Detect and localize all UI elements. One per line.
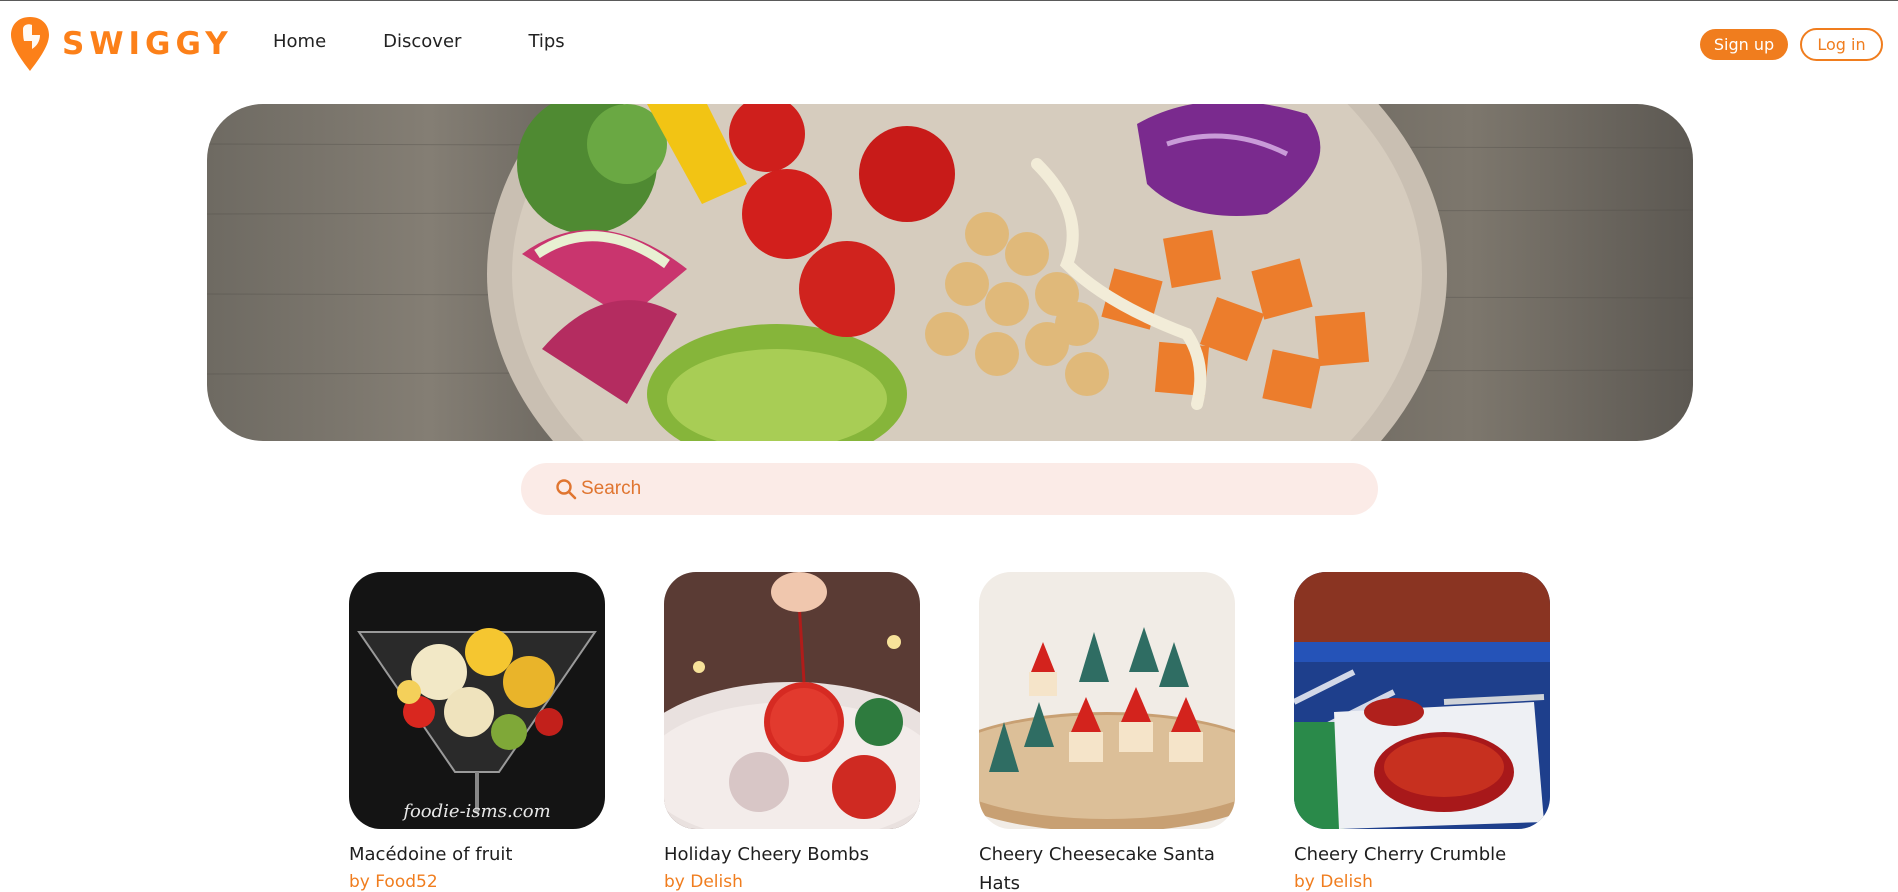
signup-button[interactable]: Sign up	[1700, 29, 1788, 60]
recipe-title[interactable]: Holiday Cheery Bombs	[664, 840, 920, 869]
recipe-card[interactable]: Cheery Cheesecake Santa Hats	[979, 572, 1235, 892]
recipe-card[interactable]: Holiday Cheery Bombs by Delish	[664, 572, 920, 892]
brand-name: SWIGGY	[62, 26, 233, 62]
recipe-image-macedoine[interactable]: foodie-isms.com	[349, 572, 605, 829]
nav-discover[interactable]: Discover	[383, 31, 461, 52]
nav-tips[interactable]: Tips	[528, 31, 564, 52]
main-nav: Home Discover Tips	[273, 31, 565, 52]
recipe-author: by Delish	[664, 872, 743, 892]
recipe-card[interactable]: foodie-isms.com Macédoine of fruit by Fo…	[349, 572, 605, 892]
recipe-title[interactable]: Macédoine of fruit	[349, 840, 605, 869]
recipe-card[interactable]: Cheery Cherry Crumble by Delish	[1294, 572, 1550, 892]
search-bar[interactable]	[521, 463, 1378, 515]
login-button[interactable]: Log in	[1800, 28, 1883, 61]
recipe-author: by Delish	[1294, 872, 1373, 892]
image-watermark: foodie-isms.com	[401, 801, 550, 822]
recipe-title[interactable]: Cheery Cheesecake Santa Hats	[979, 840, 1235, 892]
recipe-title[interactable]: Cheery Cherry Crumble	[1294, 840, 1550, 869]
search-icon	[556, 479, 577, 500]
hero-food-bowl-image	[207, 104, 1693, 441]
recipe-image-santa-hats[interactable]	[979, 572, 1235, 829]
recipe-image-cheery-bombs[interactable]	[664, 572, 920, 829]
swiggy-logo-icon	[11, 17, 49, 71]
top-header: SWIGGY Home Discover Tips Sign up Log in	[0, 1, 1898, 87]
nav-home[interactable]: Home	[273, 31, 326, 52]
hero-banner	[207, 104, 1693, 441]
recipe-image-cherry-crumble[interactable]	[1294, 572, 1550, 829]
brand-logo[interactable]: SWIGGY	[10, 15, 233, 73]
search-input[interactable]	[581, 478, 1341, 500]
recipe-author: by Food52	[349, 872, 438, 892]
